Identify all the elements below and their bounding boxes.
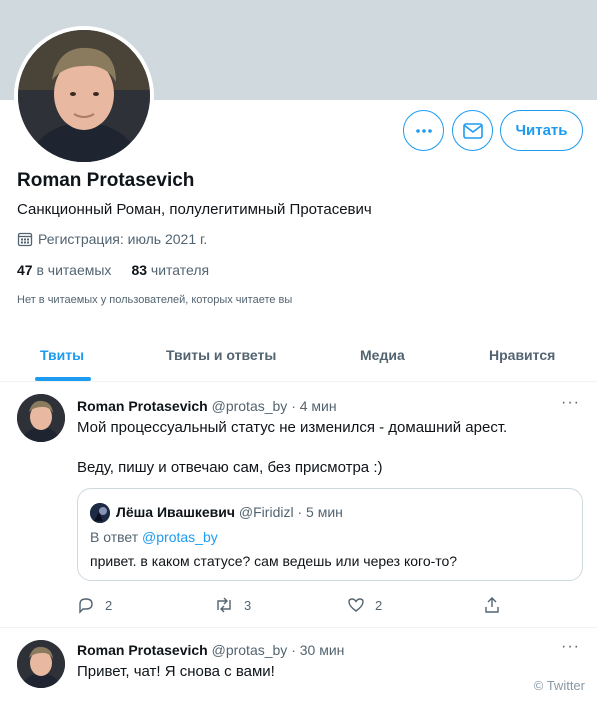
avatar-photo	[90, 503, 110, 523]
follow-button[interactable]: Читать	[500, 110, 583, 151]
tweet-actions: 2 3 2	[77, 596, 507, 616]
following-label: в читаемых	[36, 262, 112, 278]
followers-label: читателя	[150, 262, 210, 278]
joined-date: Регистрация: июль 2021 г.	[17, 231, 207, 247]
tab-likes[interactable]: Нравится	[489, 347, 555, 363]
tweet-header: Roman Protasevich @protas_by · 4 мин	[77, 398, 337, 414]
tab-media[interactable]: Медиа	[360, 347, 405, 363]
tweet-more-icon[interactable]: ···	[561, 638, 580, 656]
calendar-icon	[17, 232, 33, 247]
retweet-count: 3	[244, 597, 252, 613]
tweet-text-line-1: Привет, чат! Я снова с вами!	[77, 663, 275, 680]
tweet-more-icon[interactable]: ···	[561, 394, 580, 412]
profile-avatar[interactable]	[14, 26, 154, 166]
reply-button[interactable]: 2	[77, 596, 112, 614]
joined-text: Регистрация: июль 2021 г.	[38, 231, 208, 247]
follow-counts: 47 в читаемых 83 читателя	[17, 262, 209, 278]
tweet-author-name[interactable]: Roman Protasevich	[77, 398, 208, 414]
avatar-photo	[17, 394, 65, 442]
profile-tabs: Твиты Твиты и ответы Медиа Нравится	[0, 335, 597, 382]
reply-count: 2	[105, 597, 113, 613]
reply-icon	[79, 598, 93, 614]
retweet-icon	[217, 597, 231, 613]
like-count: 2	[375, 597, 383, 613]
message-button[interactable]	[452, 110, 493, 151]
tweet-header: Roman Protasevich @protas_by · 30 мин	[77, 642, 344, 658]
quote-author-name: Лёша Ивашкевич	[116, 504, 236, 520]
tweet-handle-time[interactable]: @protas_by · 30 мин	[212, 642, 345, 658]
twitter-watermark: © Twitter	[533, 678, 585, 693]
more-dots-icon	[415, 128, 432, 133]
tweet-avatar[interactable]	[17, 640, 65, 688]
quote-text: привет. в каком статусе? сам ведешь или …	[90, 553, 458, 569]
tab-tweets-and-replies[interactable]: Твиты и ответы	[166, 347, 276, 363]
heart-icon	[348, 598, 364, 612]
share-icon	[485, 597, 499, 613]
quote-reply-context: В ответ @protas_by	[90, 529, 218, 545]
profile-name: Roman Protasevich	[17, 170, 195, 191]
tweet-author-name[interactable]: Roman Protasevich	[77, 642, 208, 658]
following-count: 47	[17, 262, 33, 278]
reply-mention-link[interactable]: @protas_by	[142, 529, 218, 545]
tweet-divider	[0, 627, 597, 628]
active-tab-indicator	[35, 377, 91, 381]
reply-prefix: В ответ	[90, 529, 139, 545]
tab-tweets[interactable]: Твиты	[40, 347, 84, 363]
avatar-photo	[18, 30, 150, 162]
tweet-handle-time[interactable]: @protas_by · 4 мин	[212, 398, 337, 414]
followers-count: 83	[131, 262, 148, 278]
tweet-text-line-1: Мой процессуальный статус не изменился -…	[77, 419, 508, 436]
profile-bio: Санкционный Роман, полулегитимный Протас…	[17, 201, 372, 218]
tweet-avatar[interactable]	[17, 394, 65, 442]
no-mutual-follows-note: Нет в читаемых у пользователей, которых …	[17, 294, 293, 306]
envelope-icon	[462, 122, 483, 139]
following-link[interactable]: 47 в читаемых	[17, 262, 111, 278]
like-button[interactable]: 2	[347, 596, 382, 614]
followers-link[interactable]: 83 читателя	[131, 262, 209, 278]
quote-handle-time: @Firidizl · 5 мин	[238, 504, 343, 520]
quote-avatar	[90, 503, 110, 523]
more-options-button[interactable]	[403, 110, 444, 151]
tweet-text-line-2: Веду, пишу и отвечаю сам, без присмотра …	[77, 459, 383, 476]
quoted-tweet[interactable]: Лёша Ивашкевич @Firidizl · 5 мин В ответ…	[77, 488, 583, 581]
avatar-photo	[17, 640, 65, 688]
retweet-button[interactable]: 3	[214, 596, 251, 614]
quote-header: Лёша Ивашкевич @Firidizl · 5 мин	[116, 504, 343, 520]
share-button[interactable]	[483, 596, 501, 614]
